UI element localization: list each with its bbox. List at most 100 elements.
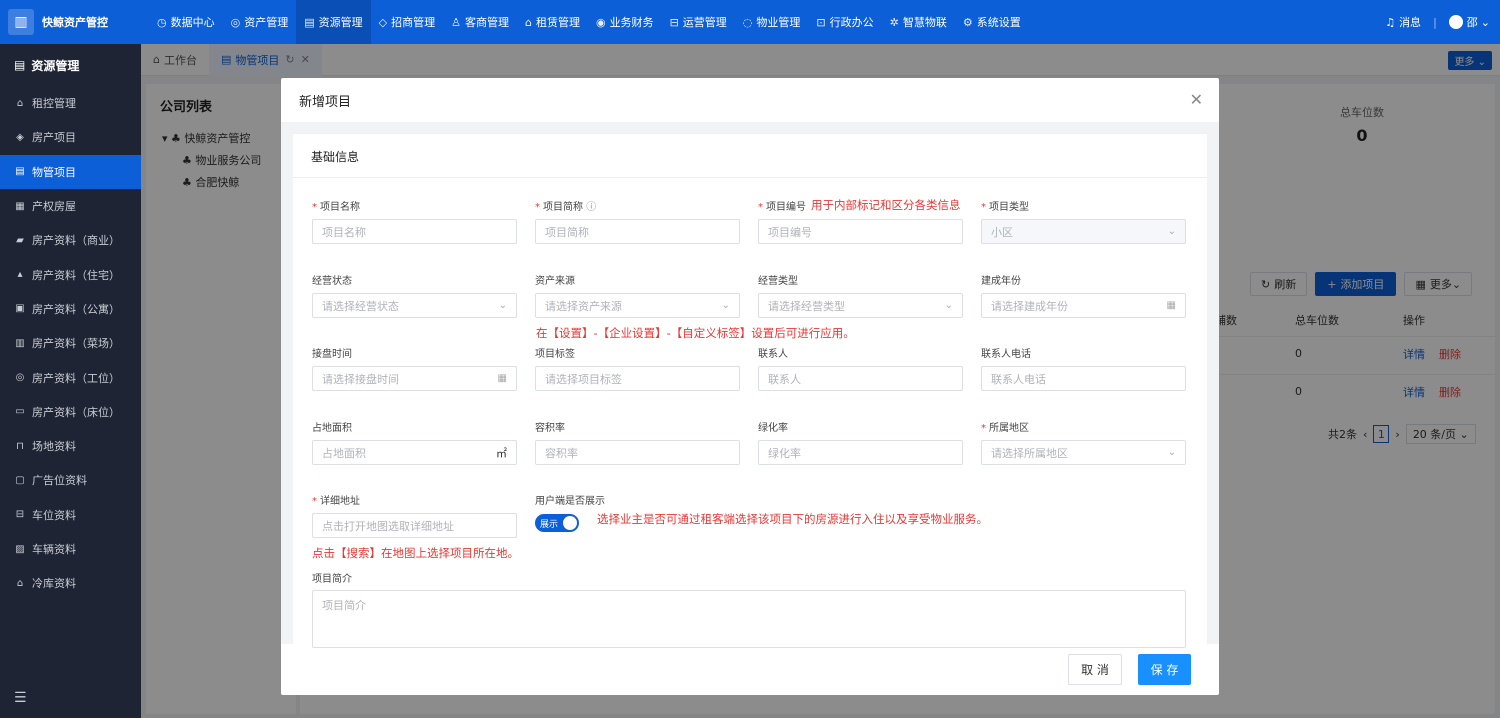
tags-hint: 在【设置】-【企业设置】-【自定义标签】设置后可进行应用。: [536, 326, 855, 340]
green-rate-input[interactable]: 绿化率: [758, 440, 963, 465]
project-short-input[interactable]: 项目简称: [535, 219, 740, 244]
save-button[interactable]: 保 存: [1138, 654, 1191, 685]
code-hint: 用于内部标记和区分各类信息: [811, 198, 961, 212]
field-label: 占地面积: [312, 423, 352, 434]
region-field: * 所属地区 请选择所属地区 ⌄: [981, 419, 1186, 465]
bell-icon[interactable]: ♫: [1385, 16, 1395, 29]
chevron-down-icon: ⌄: [944, 300, 953, 311]
contact-phone-input[interactable]: 联系人电话: [981, 366, 1186, 391]
sidebar-item[interactable]: ▰ 房产资料（商业）: [0, 223, 141, 257]
nav-label: 物业管理: [756, 16, 801, 29]
field-label: * 详细地址: [312, 496, 360, 507]
nav-item[interactable]: ◷ 数据中心: [149, 0, 223, 44]
address-input[interactable]: 点击打开地图选取详细地址: [312, 513, 517, 538]
sidebar-item[interactable]: ▦ 产权房屋: [0, 189, 141, 223]
address-hint: 点击【搜索】在地图上选择项目所在地。: [312, 546, 519, 560]
nav-icon: ◌: [742, 15, 753, 29]
project-name-input[interactable]: 项目名称: [312, 219, 517, 244]
asset-source-select[interactable]: 请选择资产来源 ⌄: [535, 293, 740, 318]
sidebar-item[interactable]: ▣ 房产资料（公寓）: [0, 292, 141, 326]
nav-label: 数据中心: [170, 16, 215, 29]
nav-item[interactable]: ◉ 业务财务: [588, 0, 662, 44]
far-input[interactable]: 容积率: [535, 440, 740, 465]
far-field: 容积率 容积率: [535, 419, 740, 465]
top-navbar: ▥ 快鲸资产管控 ◷ 数据中心 ◎ 资产管理 ▤ 资源管理 ◇ 招商管理 ♙ 客商管理 ⌂ 租赁管理 ◉…: [0, 0, 1500, 44]
sidebar-item[interactable]: ◎ 房产资料（工位）: [0, 360, 141, 394]
nav-label: 业务财务: [609, 16, 654, 29]
brand[interactable]: ▥ 快鲸资产管控: [0, 9, 141, 35]
sidebar-item[interactable]: ▴ 房产资料（住宅）: [0, 257, 141, 291]
project-name-field: * 项目名称 项目名称: [312, 198, 517, 244]
project-tags-select[interactable]: 请选择项目标签: [535, 366, 740, 391]
intro-textarea[interactable]: 项目简介: [312, 590, 1186, 648]
sidebar-item[interactable]: ⌂ 租控管理: [0, 86, 141, 120]
cancel-button[interactable]: 取 消: [1068, 654, 1122, 685]
add-project-dialog: 新增项目 ✕ 基础信息 * 项目名称 项目名称 * 项目简称 ⓘ 项目简称 * 项目编…: [281, 78, 1219, 695]
region-select[interactable]: 请选择所属地区 ⌄: [981, 440, 1186, 465]
nav-item[interactable]: ♙ 客商管理: [443, 0, 517, 44]
field-label: * 项目简称 ⓘ: [535, 202, 597, 213]
nav-item[interactable]: ⊡ 行政办公: [808, 0, 881, 44]
collapse-menu-icon[interactable]: ☰: [14, 690, 27, 706]
sidebar-item-icon: ◎: [15, 372, 25, 384]
nav-item[interactable]: ◇ 招商管理: [371, 0, 443, 44]
sidebar-item[interactable]: ⌂ 冷库资料: [0, 566, 141, 600]
sidebar-item[interactable]: ▭ 房产资料（床位）: [0, 395, 141, 429]
help-icon[interactable]: ⓘ: [586, 202, 596, 213]
field-label: 绿化率: [758, 423, 788, 434]
nav-item[interactable]: ◌ 物业管理: [735, 0, 809, 44]
nav-item[interactable]: ⌂ 租赁管理: [517, 0, 588, 44]
sidebar-item-label: 车辆资料: [32, 543, 76, 556]
chevron-down-icon: ⌄: [1167, 447, 1176, 458]
nav-icon: ⊡: [816, 15, 826, 29]
biz-type-select[interactable]: 请选择经营类型 ⌄: [758, 293, 963, 318]
build-year-picker[interactable]: 请选择建成年份 ▦: [981, 293, 1186, 318]
messages-link[interactable]: 消息: [1399, 14, 1421, 30]
sidebar-item[interactable]: ⊟ 车位资料: [0, 498, 141, 532]
nav-icon: ✲: [889, 15, 899, 29]
nav-icon: ◷: [157, 15, 167, 29]
nav-icon: ⊟: [669, 15, 679, 29]
nav-item[interactable]: ⚙ 系统设置: [955, 0, 1029, 44]
contact-input[interactable]: 联系人: [758, 366, 963, 391]
field-label: 经营类型: [758, 276, 798, 287]
field-label: 资产来源: [535, 276, 575, 287]
nav-item[interactable]: ◎ 资产管理: [223, 0, 297, 44]
field-label: 用户端是否展示: [535, 496, 605, 507]
chevron-down-icon[interactable]: ⌄: [1481, 16, 1490, 29]
project-short-field: * 项目简称 ⓘ 项目简称: [535, 198, 740, 244]
green-rate-field: 绿化率 绿化率: [758, 419, 963, 465]
sidebar-item-icon: ⊓: [16, 440, 24, 452]
sidebar-item-icon: ⌂: [16, 577, 24, 589]
user-name[interactable]: 邵: [1467, 14, 1478, 30]
sidebar-item-icon: ▥: [15, 337, 25, 349]
sidebar-item[interactable]: ▤ 物管项目: [0, 154, 141, 189]
close-icon[interactable]: ✕: [1190, 90, 1203, 109]
sidebar-item[interactable]: ◈ 房产项目: [0, 120, 141, 154]
field-label: 建成年份: [981, 276, 1021, 287]
avatar[interactable]: [1448, 15, 1463, 29]
nav-item[interactable]: ▤ 资源管理: [296, 0, 371, 44]
project-type-select[interactable]: 小区 ⌄: [981, 219, 1186, 244]
sidebar-item-icon: ▰: [16, 234, 24, 246]
biz-status-select[interactable]: 请选择经营状态 ⌄: [312, 293, 517, 318]
takeover-time-picker[interactable]: 请选择接盘时间 ▦: [312, 366, 517, 391]
sidebar-item[interactable]: ▢ 广告位资料: [0, 463, 141, 497]
nav-icon: ♙: [451, 15, 461, 29]
display-toggle[interactable]: 展示: [535, 514, 579, 532]
nav-item[interactable]: ✲ 智慧物联: [882, 0, 955, 44]
sidebar-item[interactable]: ⊓ 场地资料: [0, 429, 141, 463]
sidebar-item[interactable]: ▥ 房产资料（菜场）: [0, 326, 141, 360]
project-code-input[interactable]: 项目编号: [758, 219, 963, 244]
sidebar-item-label: 场地资料: [32, 440, 76, 454]
sidebar: ▤ 资源管理 ⌂ 租控管理 ◈ 房产项目 ▤ 物管项目 ▦ 产权房屋 ▰ 房产资料（商业） ▴ 房产资…: [0, 44, 141, 718]
sidebar-item-icon: ▨: [15, 543, 25, 555]
sidebar-item[interactable]: ▨ 车辆资料: [0, 532, 141, 566]
nav-item[interactable]: ⊟ 运营管理: [662, 0, 735, 44]
intro-label: 项目简介: [312, 574, 352, 585]
top-right-area: ♫ 消息 | 邵 ⌄: [1385, 0, 1490, 44]
nav-label: 运营管理: [682, 16, 727, 29]
field-label: 联系人: [758, 349, 788, 360]
land-area-input[interactable]: 占地面积㎡: [312, 440, 517, 465]
unit-label: ㎡: [496, 446, 507, 460]
